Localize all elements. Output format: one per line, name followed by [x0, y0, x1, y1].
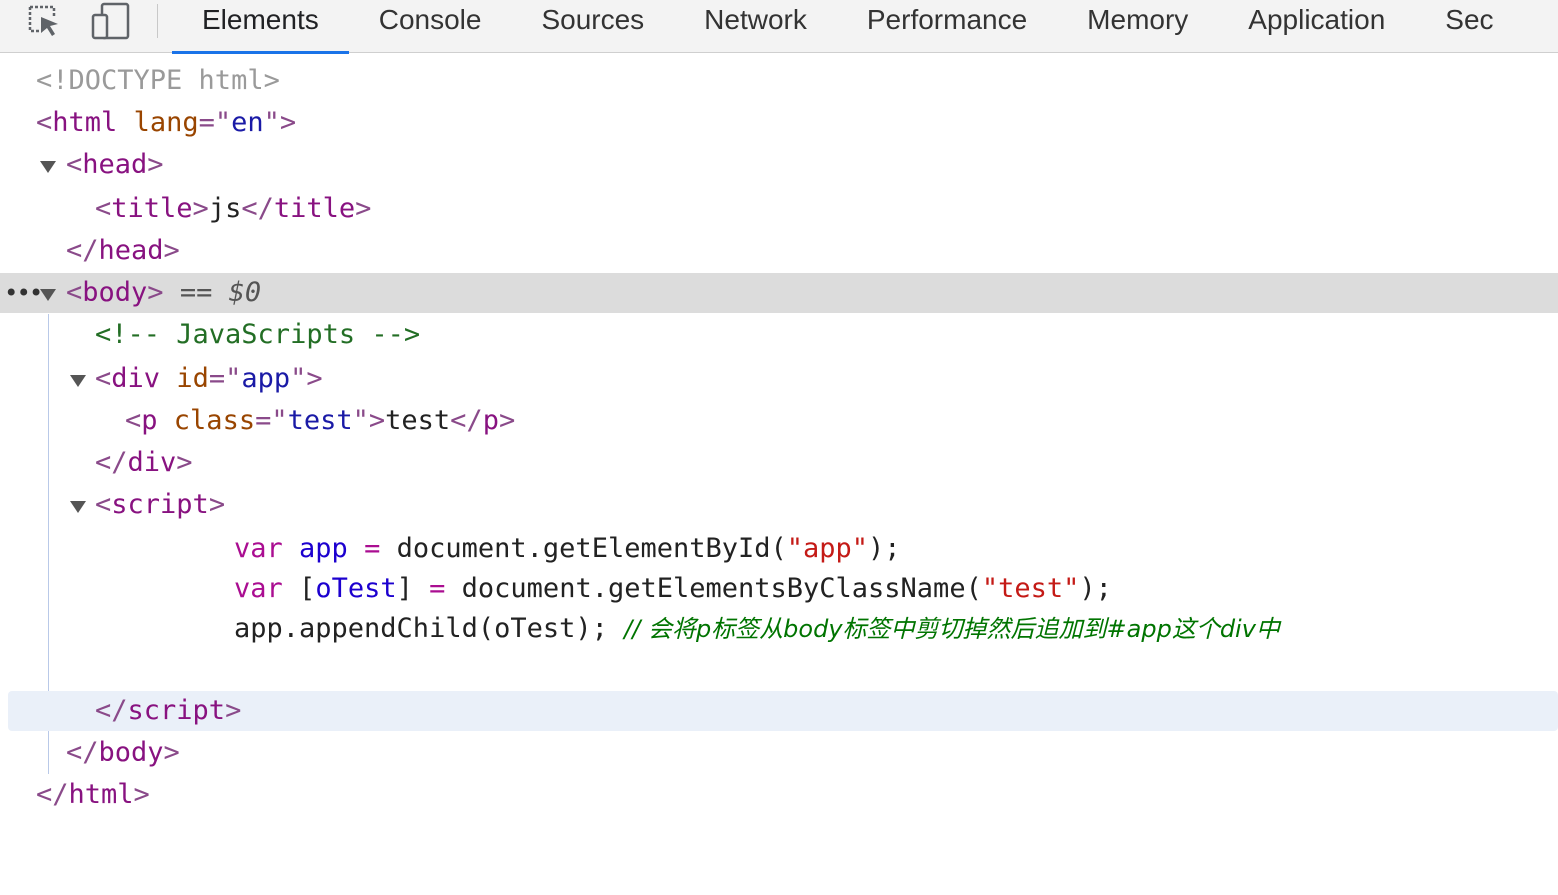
- head-close-tag: </head>: [66, 235, 180, 266]
- comment-text: <!-- JavaScripts -->: [95, 319, 421, 350]
- head-close-tag-name: head: [98, 235, 164, 266]
- head-close-node[interactable]: </head>: [0, 231, 1558, 271]
- var-keyword: var: [234, 533, 283, 564]
- js-comment: // 会将p标签从body标签中剪切掉然后追加到#app这个div中: [624, 615, 1280, 643]
- tab-console[interactable]: Console: [349, 0, 512, 53]
- doctype-node[interactable]: <!DOCTYPE html>: [0, 61, 1558, 101]
- html-close-tag: </html>: [36, 779, 150, 810]
- var-keyword: var: [234, 573, 283, 604]
- html-tag-name: html: [52, 107, 118, 138]
- div-node[interactable]: <div id="app">: [0, 359, 1558, 399]
- div-open-tag: <div id="app">: [95, 363, 323, 394]
- more-dots-icon[interactable]: •••: [4, 273, 43, 313]
- script-close-tag-name: script: [127, 695, 226, 726]
- id-attr: id: [176, 363, 209, 394]
- assign-operator: =: [429, 573, 446, 604]
- triangle-down-icon[interactable]: [40, 161, 56, 173]
- lang-value: en: [231, 107, 264, 138]
- device-toolbar-icon[interactable]: [88, 0, 132, 42]
- p-tag-name: p: [141, 405, 158, 436]
- statement-end: );: [868, 533, 901, 564]
- bracket-open: [: [299, 573, 316, 604]
- script-close-tag: </script>: [95, 695, 242, 726]
- title-tag-name: title: [111, 193, 193, 224]
- script-code-line-3[interactable]: app.appendChild(oTest); // 会将p标签从body标签中…: [0, 609, 1558, 649]
- appendchild-call: app.appendChild(oTest);: [234, 613, 608, 644]
- div-close-tag: </div>: [95, 447, 193, 478]
- statement-end: );: [1079, 573, 1112, 604]
- toolbar-separator: [157, 4, 158, 38]
- tab-sources[interactable]: Sources: [511, 0, 674, 53]
- title-close-tag-name: title: [273, 193, 356, 224]
- getelementbyid-call: document.getElementById(: [396, 533, 787, 564]
- head-tag-name: head: [82, 149, 148, 180]
- p-node[interactable]: <p class="test">test</p>: [0, 401, 1558, 441]
- doctype-text: <!DOCTYPE html>: [36, 65, 280, 96]
- app-identifier: app: [299, 533, 348, 564]
- title-node[interactable]: <title>js</title>: [0, 189, 1558, 229]
- panel-tabs: Elements Console Sources Network Perform…: [172, 0, 1524, 54]
- body-node-selected[interactable]: ••• <body> == $0: [0, 273, 1558, 313]
- selected-marker: == $0: [179, 277, 262, 308]
- html-node[interactable]: <html lang="en">: [0, 103, 1558, 143]
- p-close-tag-name: p: [482, 405, 499, 436]
- class-attr: class: [173, 405, 256, 436]
- bracket-close: ]: [396, 573, 413, 604]
- inspect-element-icon[interactable]: [22, 0, 66, 42]
- script-open-tag: <script>: [95, 489, 226, 520]
- test-string: "test": [981, 573, 1080, 604]
- html-close-node[interactable]: </html>: [0, 775, 1558, 815]
- body-open-tag: <body> == $0: [66, 277, 262, 308]
- title-text: js: [208, 193, 242, 224]
- getelementsbyclassname-call: document.getElementsByClassName(: [461, 573, 982, 604]
- div-close-tag-name: div: [127, 447, 177, 478]
- tab-memory[interactable]: Memory: [1057, 0, 1218, 53]
- app-string: "app": [786, 533, 869, 564]
- script-close-node-hover[interactable]: </script>: [8, 691, 1558, 731]
- triangle-down-icon[interactable]: [40, 289, 56, 301]
- body-close-node[interactable]: </body>: [0, 733, 1558, 773]
- script-code-line-1[interactable]: var app = document.getElementById("app")…: [0, 529, 1558, 569]
- head-open-tag: <head>: [66, 149, 164, 180]
- lang-attr: lang: [133, 107, 199, 138]
- body-tag-name: body: [82, 277, 148, 308]
- code-line-2: var [oTest] = document.getElementsByClas…: [234, 569, 1112, 609]
- elements-tree: <!DOCTYPE html> <html lang="en"> <head> …: [0, 54, 1558, 814]
- p-element: <p class="test">test</p>: [125, 405, 516, 436]
- code-line-1: var app = document.getElementById("app")…: [234, 529, 901, 569]
- code-line-3: app.appendChild(oTest); // 会将p标签从body标签中…: [234, 609, 1280, 649]
- html-close-tag-name: html: [68, 779, 134, 810]
- tab-application[interactable]: Application: [1218, 0, 1415, 53]
- tab-security[interactable]: Sec: [1415, 0, 1523, 53]
- triangle-down-icon[interactable]: [70, 375, 86, 387]
- tab-network[interactable]: Network: [674, 0, 837, 53]
- otest-identifier: oTest: [315, 573, 397, 604]
- head-node[interactable]: <head>: [0, 145, 1558, 185]
- triangle-down-icon[interactable]: [70, 501, 86, 513]
- body-close-tag-name: body: [98, 737, 164, 768]
- id-value: app: [241, 363, 291, 394]
- script-tag-name: script: [111, 489, 209, 520]
- assign-operator: =: [364, 533, 381, 564]
- div-tag-name: div: [111, 363, 161, 394]
- class-value: test: [287, 405, 353, 436]
- html-open-tag: <html lang="en">: [36, 107, 297, 138]
- p-text: test: [385, 405, 451, 436]
- comment-node[interactable]: <!-- JavaScripts -->: [0, 315, 1558, 355]
- script-code-line-2[interactable]: var [oTest] = document.getElementsByClas…: [0, 569, 1558, 609]
- tab-performance[interactable]: Performance: [837, 0, 1057, 53]
- div-close-node[interactable]: </div>: [0, 443, 1558, 483]
- devtools-toolbar: Elements Console Sources Network Perform…: [0, 0, 1558, 54]
- title-element: <title>js</title>: [95, 193, 372, 224]
- body-close-tag: </body>: [66, 737, 180, 768]
- script-node[interactable]: <script>: [0, 485, 1558, 525]
- tab-elements[interactable]: Elements: [172, 0, 349, 54]
